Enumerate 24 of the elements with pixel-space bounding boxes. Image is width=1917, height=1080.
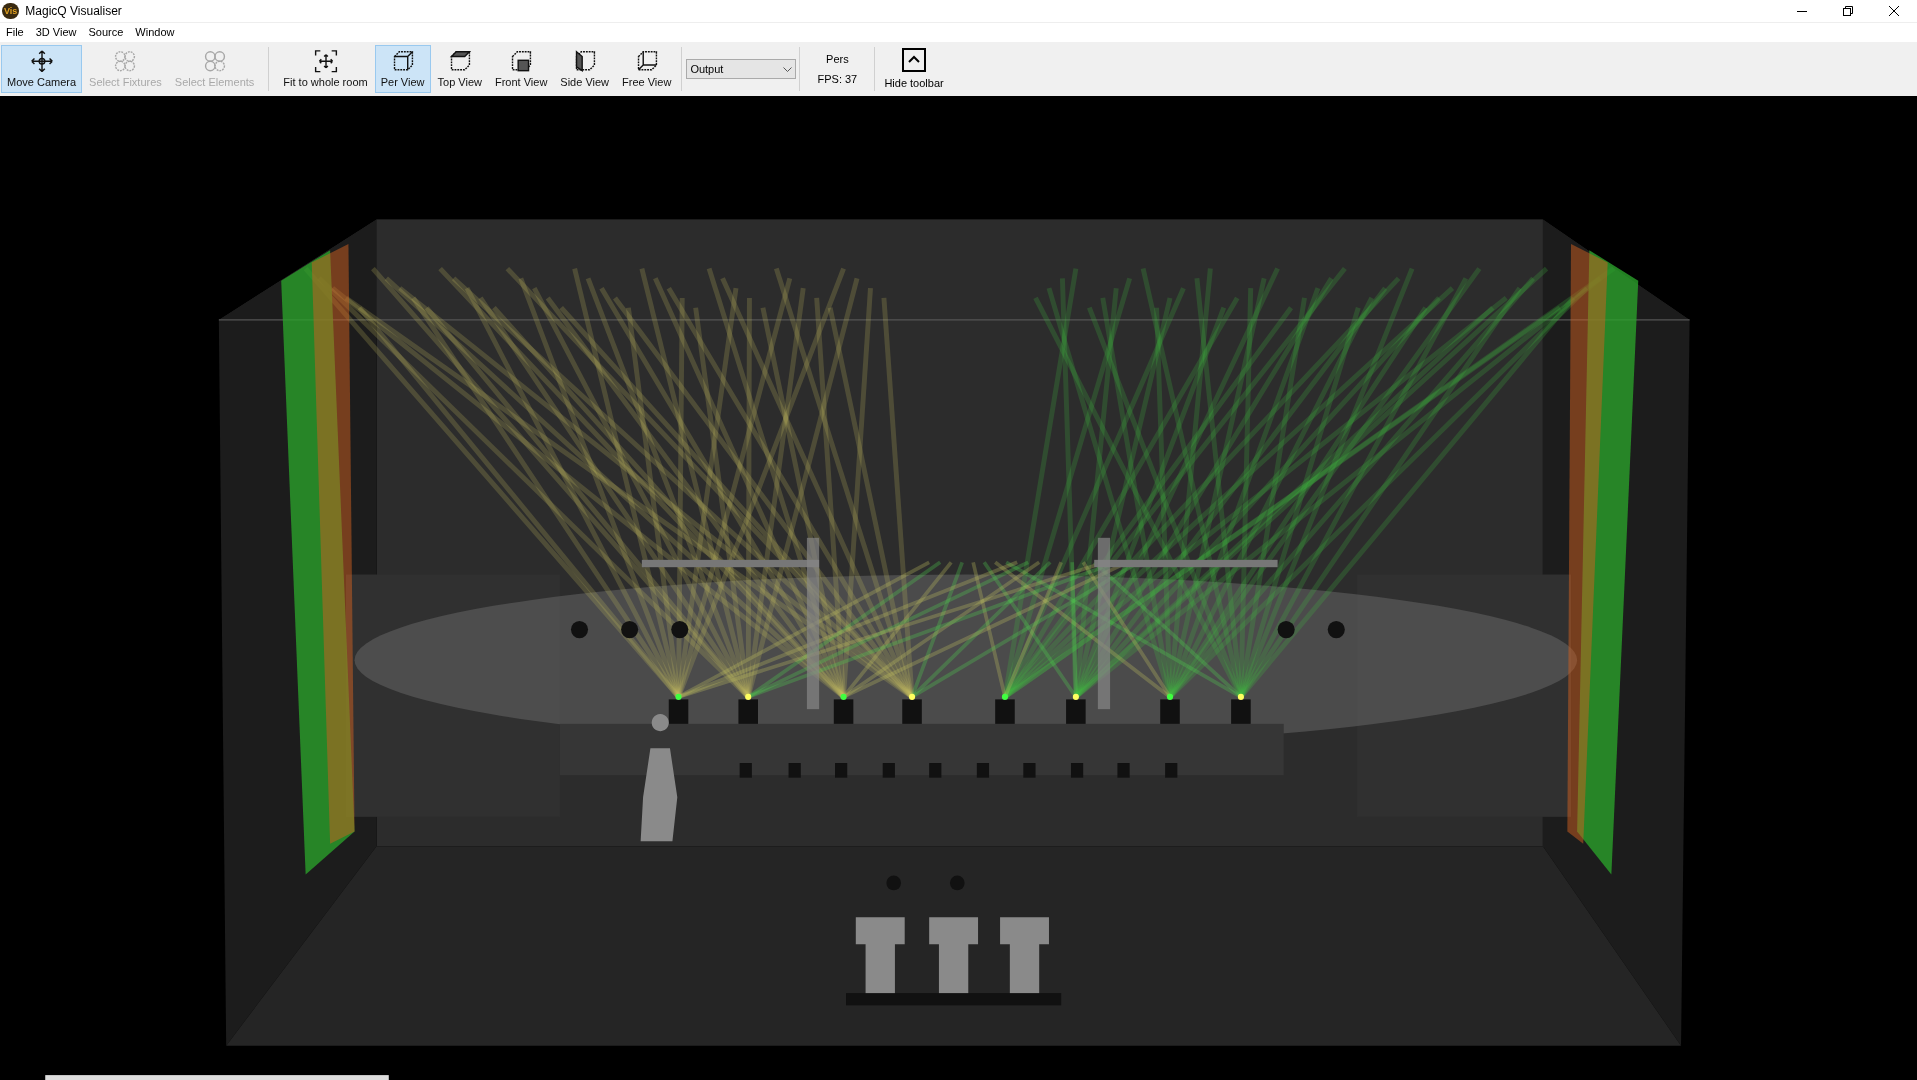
menu-item[interactable]: 3D View xyxy=(29,24,83,41)
source-dropdown[interactable]: Output xyxy=(686,59,797,79)
toolbar-button[interactable]: Front View xyxy=(488,45,554,93)
menu-item[interactable]: Source xyxy=(82,24,130,41)
projection-label: Pers xyxy=(826,52,849,67)
restore-icon xyxy=(1843,6,1853,16)
chevron-up-icon xyxy=(902,48,927,72)
toolbar-button[interactable]: Fit to whole room xyxy=(277,45,374,93)
menu-item[interactable]: File xyxy=(0,24,30,41)
toolbar-button[interactable]: Move Camera xyxy=(1,45,83,93)
toolbar-button[interactable]: Per View xyxy=(374,45,431,93)
toolbar-button[interactable]: Hide toolbar xyxy=(879,45,949,93)
move-icon xyxy=(28,49,55,74)
toolbar-button[interactable]: Side View xyxy=(554,45,616,93)
toolbar-button[interactable]: Top View xyxy=(431,45,488,93)
close-icon xyxy=(1889,6,1899,16)
fit-icon xyxy=(312,49,339,74)
chevron-down-icon xyxy=(783,66,793,72)
fps-counter: FPS: 37 xyxy=(817,71,858,87)
window-title: MagicQ Visualiser xyxy=(25,3,122,20)
app-icon: Vis xyxy=(2,3,20,19)
menu-item[interactable]: Window xyxy=(129,24,181,41)
toolbar-button[interactable]: Free View xyxy=(616,45,678,93)
minimize-icon xyxy=(1797,10,1807,12)
